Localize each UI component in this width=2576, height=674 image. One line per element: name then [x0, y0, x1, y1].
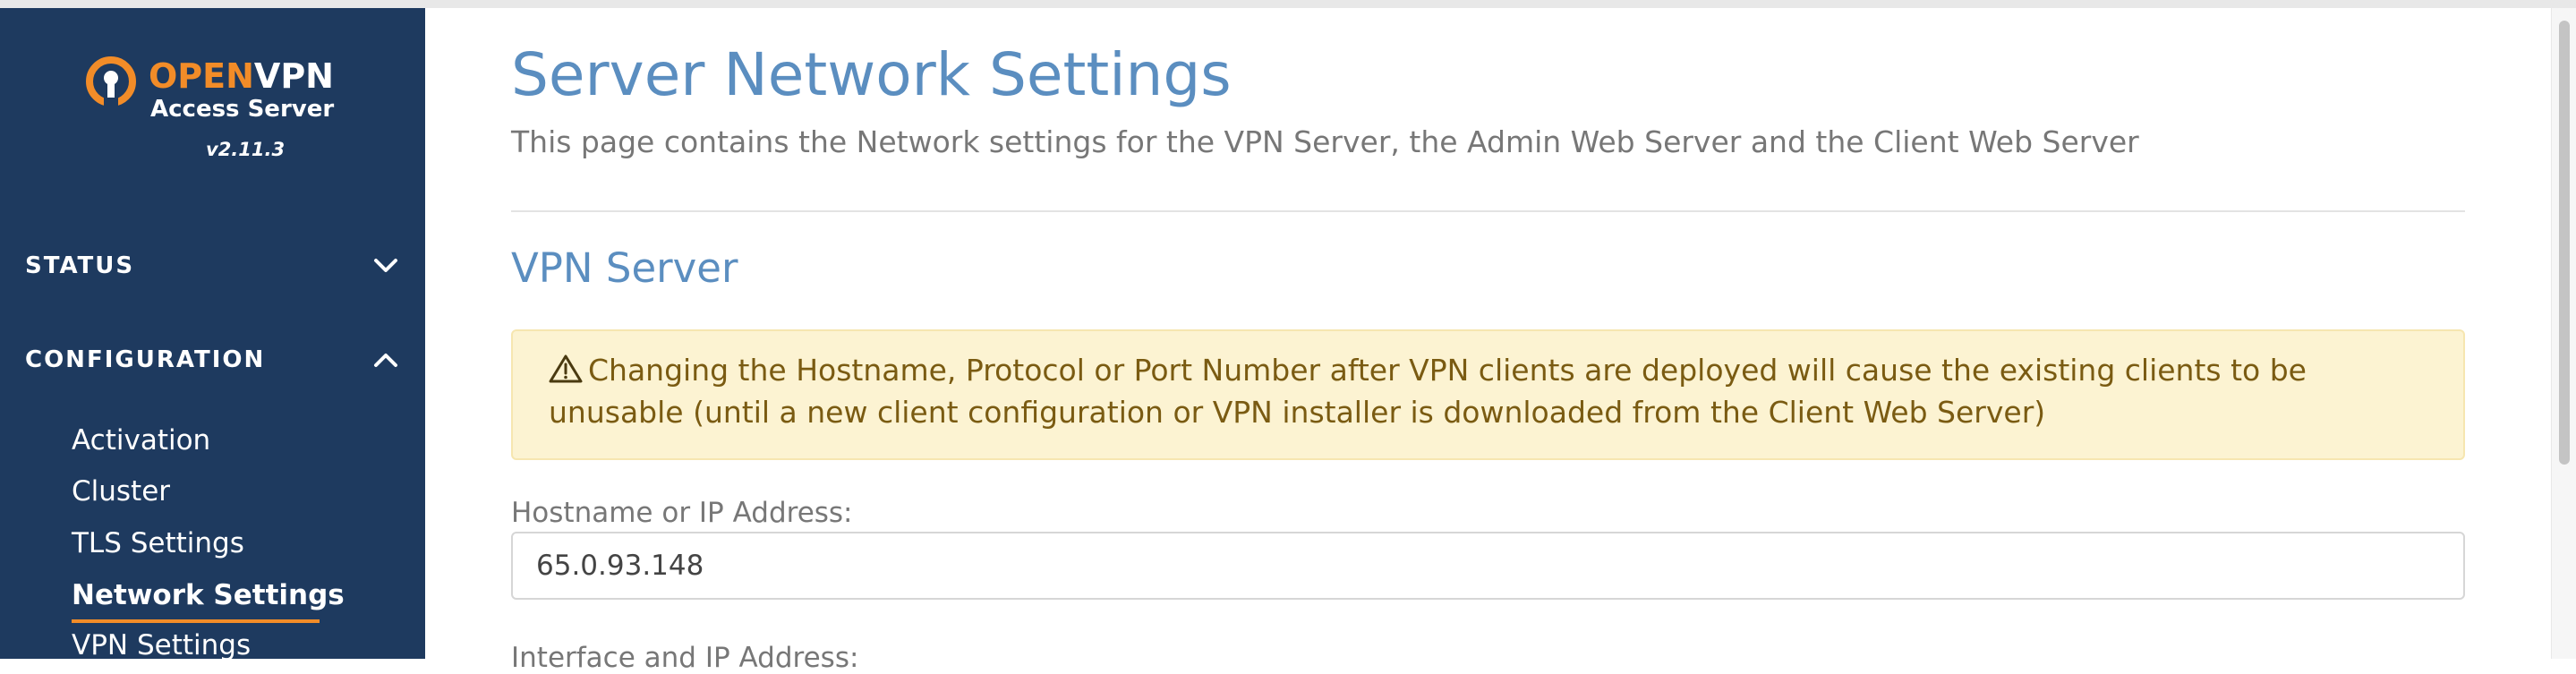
logo-subtitle: Access Server: [150, 96, 335, 123]
openvpn-keyhole-icon: [86, 56, 136, 107]
warning-triangle-icon: [549, 354, 583, 383]
chevron-up-icon: [374, 354, 397, 367]
logo-word-open: OPEN: [149, 56, 254, 96]
warning-alert: Changing the Hostname, Protocol or Port …: [511, 329, 2465, 460]
page-scrollbar[interactable]: [2551, 8, 2576, 659]
page-title: Server Network Settings: [511, 40, 1232, 109]
nav-section-configuration[interactable]: CONFIGURATION: [25, 342, 401, 378]
sidebar-item-activation[interactable]: Activation: [72, 424, 210, 456]
sidebar-item-vpn-settings[interactable]: VPN Settings: [72, 629, 251, 661]
sidebar-item-cluster[interactable]: Cluster: [72, 475, 170, 508]
page-description: This page contains the Network settings …: [511, 124, 2139, 159]
sidebar-item-tls-settings[interactable]: TLS Settings: [72, 527, 244, 559]
sidebar: OPENVPN Access Server v2.11.3 STATUS CON…: [0, 8, 425, 661]
sidebar-item-network-settings[interactable]: Network Settings: [72, 579, 345, 611]
alert-text: Changing the Hostname, Protocol or Port …: [549, 353, 2307, 430]
version-label: v2.11.3: [206, 139, 286, 160]
divider: [511, 210, 2465, 212]
interface-label: Interface and IP Address:: [511, 642, 859, 674]
active-item-underline: [72, 619, 320, 623]
window-top-border: [0, 0, 2576, 8]
openvpn-logo[interactable]: OPENVPN Access Server v2.11.3: [86, 53, 354, 169]
logo-wordmark: OPENVPN: [149, 56, 334, 96]
nav-section-label: CONFIGURATION: [25, 346, 266, 373]
hostname-input[interactable]: [511, 532, 2465, 600]
chevron-down-icon: [374, 259, 397, 272]
logo-word-vpn: VPN: [253, 56, 334, 96]
hostname-label: Hostname or IP Address:: [511, 497, 853, 529]
scrollbar-thumb[interactable]: [2559, 21, 2570, 465]
section-title-vpn-server: VPN Server: [511, 244, 738, 292]
nav-section-label: STATUS: [25, 252, 135, 279]
nav-section-status[interactable]: STATUS: [25, 248, 401, 284]
